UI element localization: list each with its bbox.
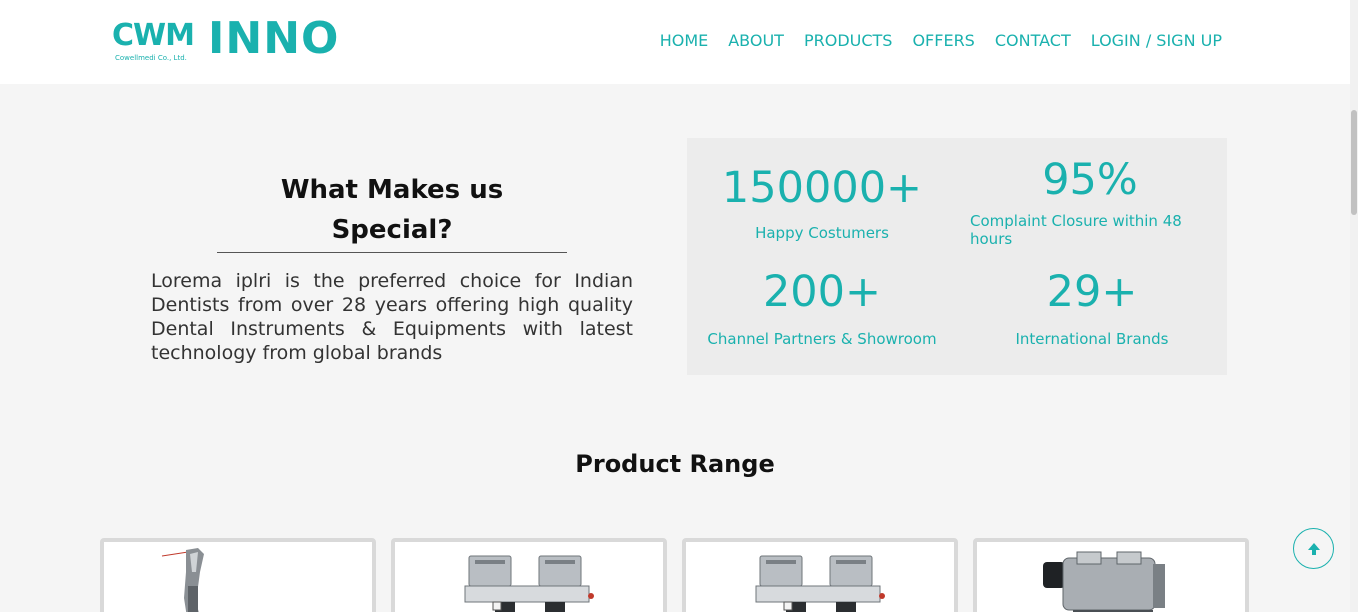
navbar: CWM Cowellmedi Co., Ltd. INNO HOME ABOUT… [0,0,1350,84]
product-range-title: Product Range [575,450,775,478]
product-card[interactable] [100,538,376,612]
stat-value: 29+ [1046,267,1138,317]
nav-offers[interactable]: OFFERS [902,30,984,52]
air-compressor-image [464,555,594,612]
logo-cwm-text: CWM [112,18,195,53]
stat-value: 150000+ [721,163,923,213]
special-title: What Makes us Special? [217,170,567,253]
stat-happy-customers: 150000+ Happy Costumers [697,162,947,242]
logo-cwm: CWM Cowellmedi Co., Ltd. [112,16,204,64]
stat-channel-partners: 200+ Channel Partners & Showroom [697,266,947,348]
arrow-up-icon [1307,542,1320,555]
product-card[interactable] [973,538,1249,612]
special-section: What Makes us Special? Lorema iplri is t… [151,170,633,365]
stat-label: Complaint Closure within 48 hours [970,212,1182,248]
nav-about[interactable]: ABOUT [718,30,794,52]
stat-complaint-closure: 95% Complaint Closure within 48 hours [970,154,1210,248]
stat-value: 200+ [762,267,882,317]
stats-panel: 150000+ Happy Costumers 95% Complaint Cl… [687,138,1227,375]
product-card[interactable] [391,538,667,612]
stat-label: Channel Partners & Showroom [707,330,937,348]
scrollbar-thumb[interactable] [1351,110,1357,215]
scroll-top-button[interactable] [1293,528,1334,569]
nav-menu: HOME ABOUT PRODUCTS OFFERS CONTACT LOGIN… [650,30,1232,52]
stat-value: 95% [1042,155,1138,205]
compressor-motor-image [1043,551,1165,612]
nav-login-signup[interactable]: LOGIN / SIGN UP [1081,30,1232,52]
product-card[interactable] [682,538,958,612]
dental-handpiece-image [161,548,204,612]
stat-international-brands: 29+ International Brands [972,266,1212,348]
nav-contact[interactable]: CONTACT [985,30,1081,52]
nav-products[interactable]: PRODUCTS [794,30,903,52]
special-text: Lorema iplri is the preferred choice for… [151,270,633,364]
nav-home[interactable]: HOME [650,30,719,52]
logo-subtitle: Cowellmedi Co., Ltd. [115,54,187,62]
stat-label: Happy Costumers [755,224,889,242]
brand-logo[interactable]: CWM Cowellmedi Co., Ltd. INNO [112,13,340,64]
page-scrollbar[interactable] [1350,0,1358,612]
air-compressor-image [755,555,885,612]
stat-label: International Brands [1015,330,1169,348]
logo-inno: INNO [208,13,340,64]
